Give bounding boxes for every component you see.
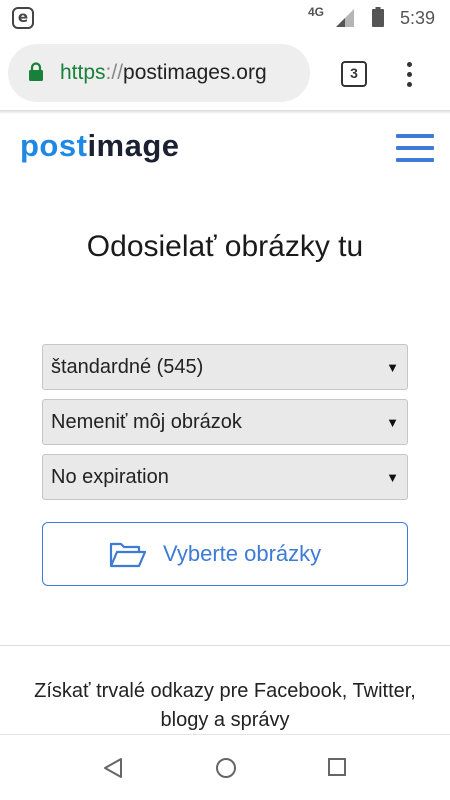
choose-images-button[interactable]: Vyberte obrázky — [42, 522, 408, 586]
tab-switcher-button[interactable]: 3 — [341, 61, 367, 87]
promo-text: Získať trvalé odkazy pre Facebook, Twitt… — [0, 677, 450, 735]
url-separator: :// — [105, 61, 124, 84]
dropdown-arrow-icon: ▼ — [386, 360, 399, 375]
select-value: No expiration — [51, 466, 169, 488]
url-text: https://postimages.org — [60, 61, 267, 85]
logo-part-image: image — [87, 128, 180, 163]
logo-part-post: post — [20, 128, 88, 163]
expiration-select[interactable]: No expiration ▼ — [42, 454, 408, 500]
resize-select[interactable]: Nemeniť môj obrázok ▼ — [42, 399, 408, 445]
network-type-label: 4G — [308, 5, 325, 19]
select-value: Nemeniť môj obrázok — [51, 411, 242, 433]
lock-icon — [29, 62, 43, 81]
battery-icon — [372, 7, 384, 27]
resolution-select[interactable]: štandardné (545) ▼ — [42, 344, 408, 390]
promo-line: blogy a správy — [160, 709, 290, 731]
more-vert-icon[interactable] — [403, 62, 417, 88]
clock: 5:39 — [400, 8, 436, 28]
browser-toolbar: https://postimages.org 3 — [0, 36, 450, 112]
home-icon[interactable] — [215, 757, 237, 779]
notification-app-icon: e — [12, 7, 34, 29]
signal-icon — [336, 9, 354, 27]
url-scheme: https — [60, 61, 106, 84]
promo-line: Získať trvalé odkazy pre Facebook, Twitt… — [34, 680, 416, 702]
divider — [0, 645, 450, 646]
site-logo[interactable]: postimage — [20, 128, 180, 164]
hamburger-menu-icon[interactable] — [396, 134, 434, 162]
url-host: postimages.org — [123, 61, 267, 84]
dropdown-arrow-icon: ▼ — [386, 415, 399, 430]
folder-open-icon — [109, 542, 147, 568]
back-icon[interactable] — [103, 757, 123, 779]
status-bar: e 4G 5:39 — [0, 0, 450, 36]
recents-icon[interactable] — [327, 757, 347, 777]
select-value: štandardné (545) — [51, 356, 204, 378]
toolbar-shadow — [0, 110, 450, 114]
page-title: Odosielať obrázky tu — [86, 230, 364, 263]
choose-images-label: Vyberte obrázky — [163, 541, 322, 566]
dropdown-arrow-icon: ▼ — [386, 470, 399, 485]
system-nav-bar — [0, 734, 450, 800]
address-bar[interactable]: https://postimages.org — [8, 44, 310, 102]
